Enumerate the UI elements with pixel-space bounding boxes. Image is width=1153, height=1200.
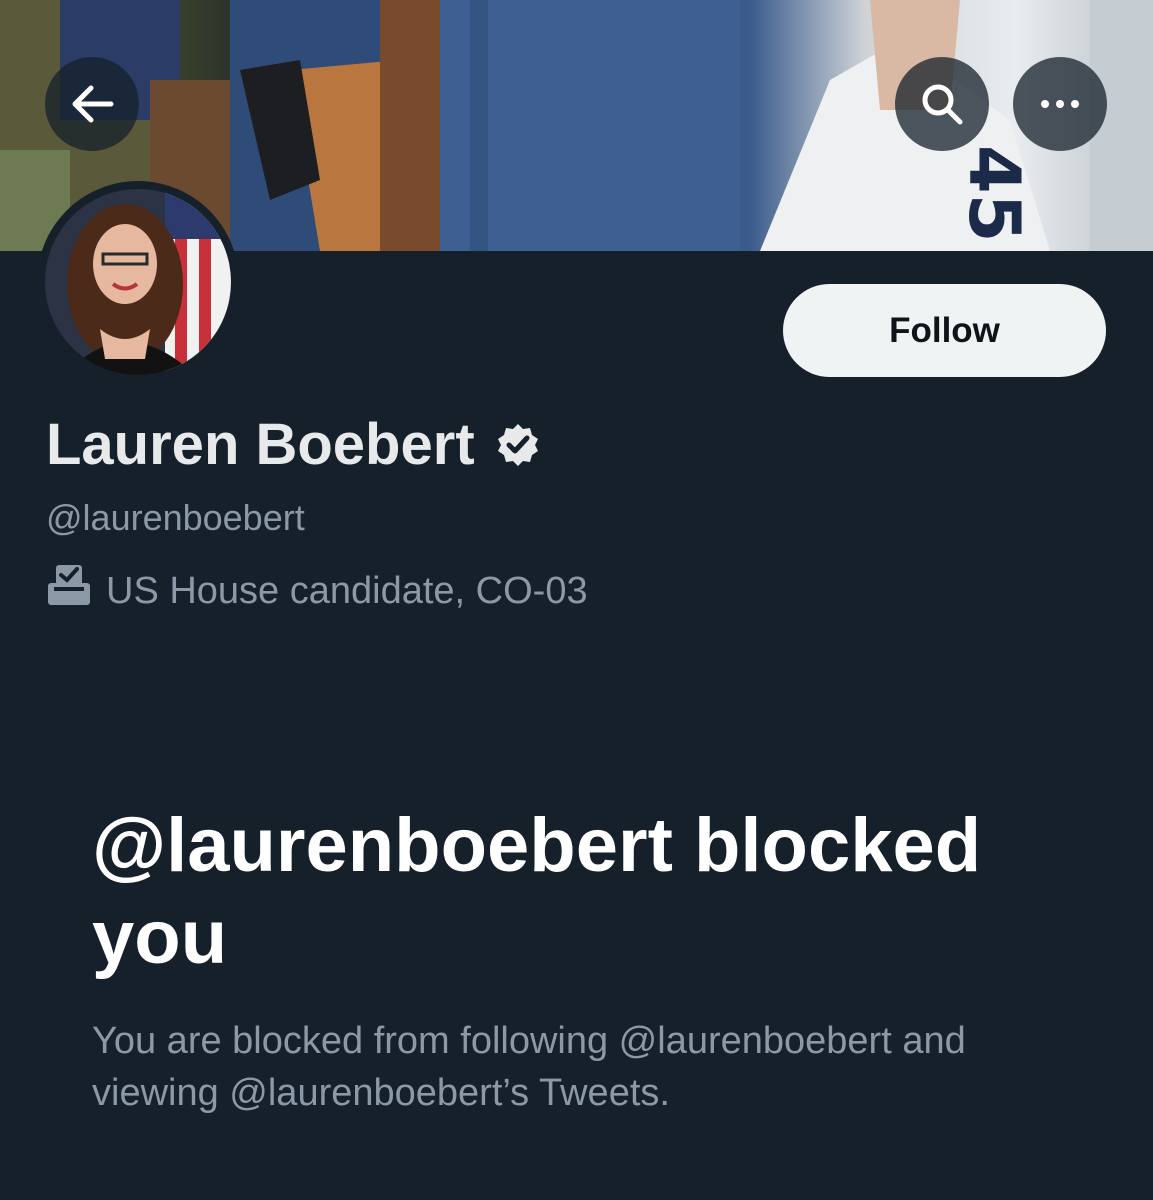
- category-label: US House candidate, CO-03: [106, 569, 588, 612]
- ballot-box-icon: [46, 563, 106, 618]
- profile-category: US House candidate, CO-03: [46, 563, 588, 618]
- back-arrow-icon: [69, 84, 115, 124]
- profile-handle: @laurenboebert: [46, 497, 305, 538]
- verified-badge-icon[interactable]: [495, 422, 541, 468]
- profile-display-name: Lauren Boebert: [46, 410, 541, 480]
- avatar-photo: [45, 189, 231, 375]
- profile-avatar[interactable]: [37, 181, 239, 383]
- follow-button[interactable]: Follow: [783, 284, 1106, 377]
- blocked-title: @laurenboebert blocked you: [92, 803, 982, 980]
- more-options-button[interactable]: [1013, 57, 1107, 151]
- display-name-text: Lauren Boebert: [46, 412, 475, 477]
- search-icon: [920, 82, 964, 126]
- more-dots-icon: [1040, 99, 1080, 109]
- profile-screen: 45 Follow Lauren Boebert @laurenboebert …: [0, 0, 1153, 1200]
- svg-text:45: 45: [953, 145, 1035, 242]
- blocked-description: You are blocked from following @laurenbo…: [92, 1020, 966, 1114]
- search-button[interactable]: [895, 57, 989, 151]
- back-button[interactable]: [45, 57, 139, 151]
